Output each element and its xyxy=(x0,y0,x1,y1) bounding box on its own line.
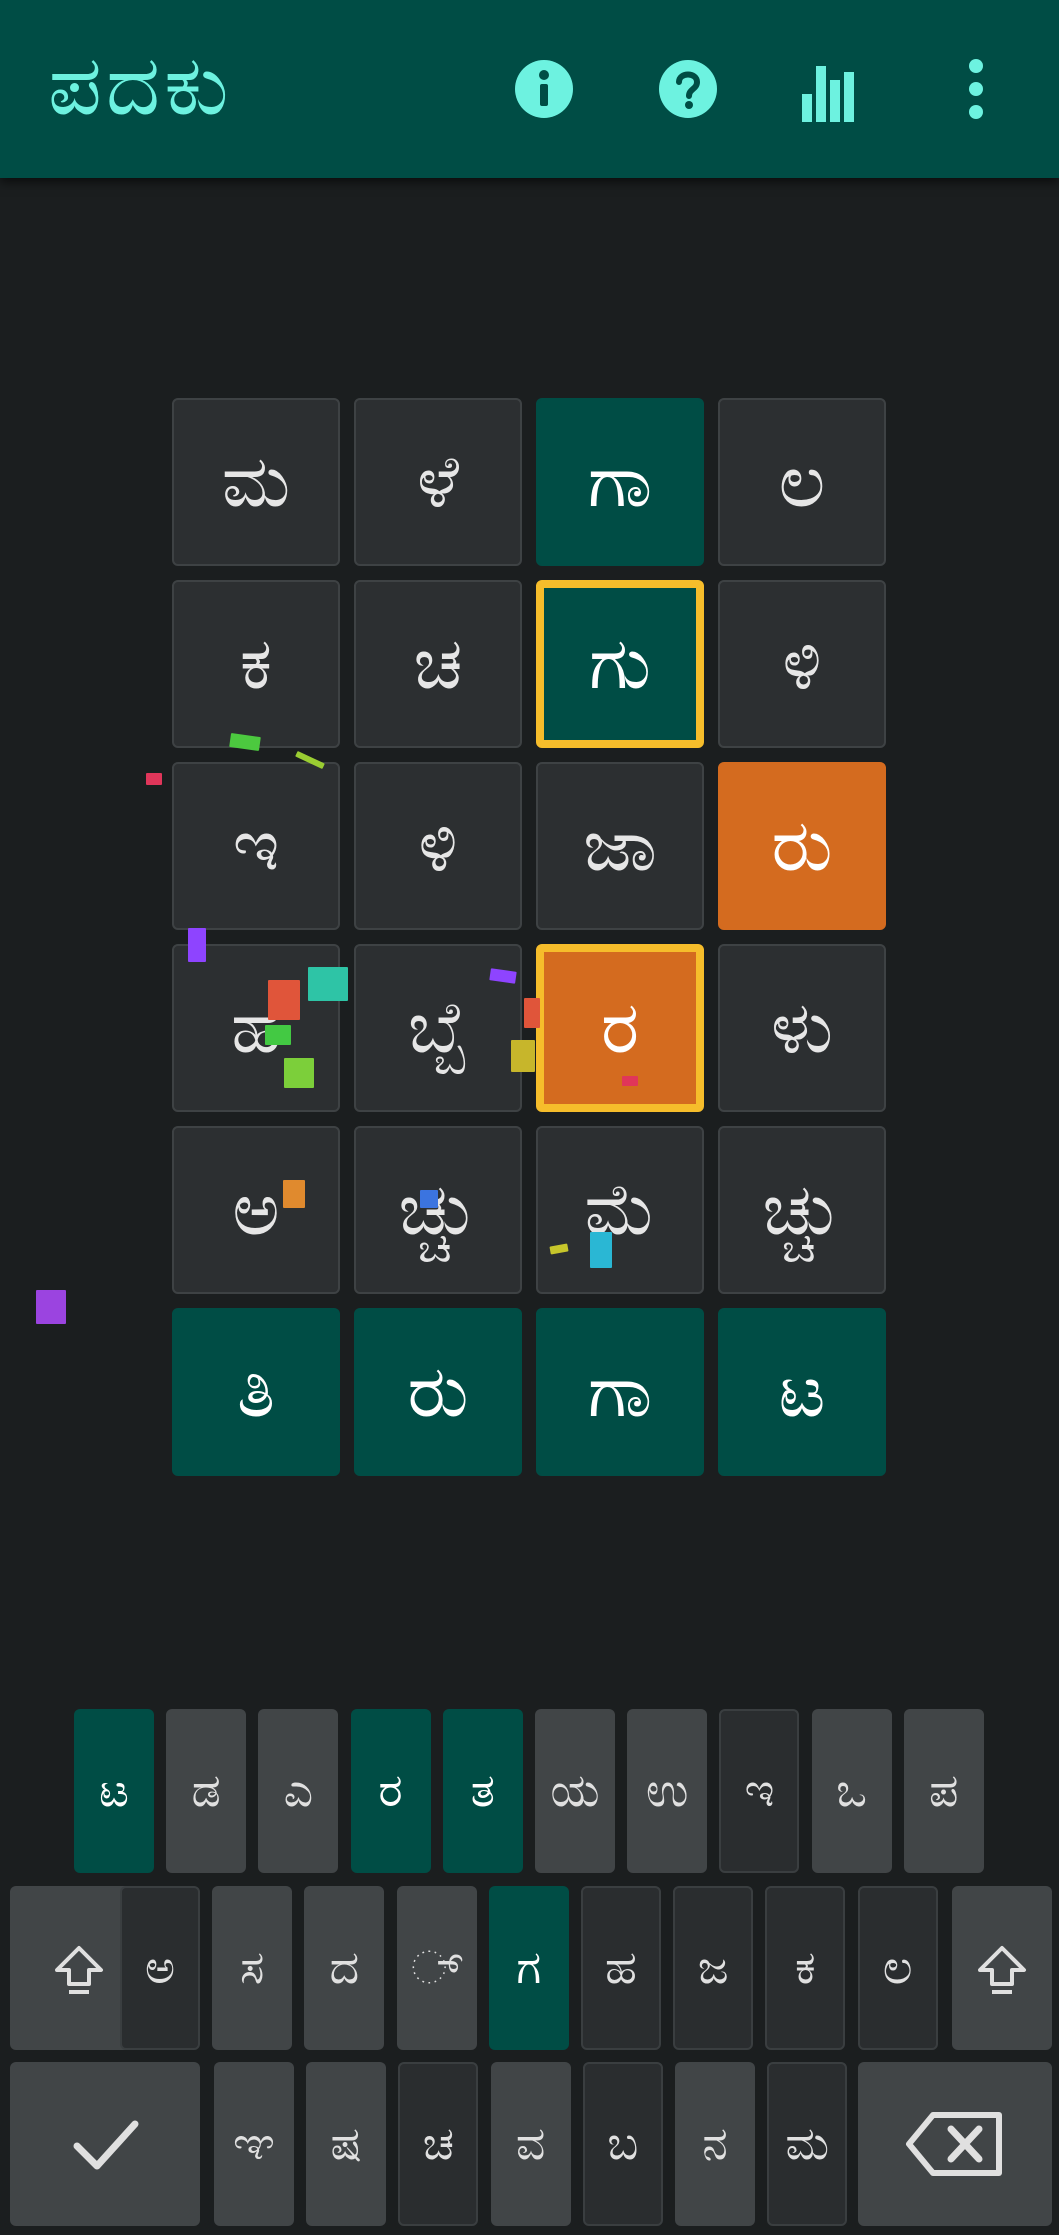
confetti-piece xyxy=(265,1025,291,1045)
letter-key[interactable]: ಪ xyxy=(903,1709,984,1873)
letter-key[interactable]: ಜ xyxy=(673,1886,754,2050)
letter-key[interactable]: ಕ xyxy=(765,1886,846,2050)
confetti-piece xyxy=(590,1232,612,1268)
confetti-piece xyxy=(622,1076,638,1086)
stats-icon[interactable] xyxy=(795,52,869,126)
board-tile[interactable]: ಅ xyxy=(172,1126,340,1294)
board-tile[interactable]: ಚ xyxy=(354,580,522,748)
letter-key[interactable]: ಅ xyxy=(120,1886,200,2050)
letter-key[interactable]: ನ xyxy=(675,2062,755,2226)
more-vert-icon[interactable] xyxy=(939,52,1013,126)
enter-key[interactable] xyxy=(10,2062,200,2226)
info-icon[interactable] xyxy=(507,52,581,126)
board-tile[interactable]: ಳು xyxy=(718,944,886,1112)
letter-key[interactable]: ಎ xyxy=(258,1709,339,1873)
board-tile[interactable]: ಗಾ xyxy=(536,1308,704,1476)
confetti-piece xyxy=(283,1180,305,1208)
board-tile[interactable]: ಲ xyxy=(718,398,886,566)
letter-key[interactable]: ಬ xyxy=(582,2062,663,2226)
board-tile[interactable]: ಚ್ಚು xyxy=(354,1126,522,1294)
board-tile[interactable]: ಚ್ಚು xyxy=(718,1126,886,1294)
confetti-piece xyxy=(36,1290,66,1324)
app-title: ಪದಕು xyxy=(48,36,233,134)
board-tile[interactable]: ಕ xyxy=(172,580,340,748)
board-tile[interactable]: ಜಾ xyxy=(536,762,704,930)
letter-key[interactable]: ಮ xyxy=(767,2062,848,2226)
board-tile[interactable]: ಇ xyxy=(172,762,340,930)
board-tile[interactable]: ಗು xyxy=(536,580,704,748)
letter-key[interactable]: ಉ xyxy=(627,1709,708,1873)
check-icon xyxy=(67,2106,143,2182)
letter-key[interactable]: ಯ xyxy=(535,1709,615,1873)
confetti-piece xyxy=(420,1190,438,1208)
board-tile[interactable]: ಟ xyxy=(718,1308,886,1476)
letter-key[interactable]: ಲ xyxy=(857,1886,938,2050)
letter-key[interactable]: ತ xyxy=(442,1709,523,1873)
letter-key[interactable]: ಇ xyxy=(719,1709,800,1873)
board-tile[interactable]: ಮೆ xyxy=(536,1126,704,1294)
board-tile[interactable]: ರು xyxy=(718,762,886,930)
board-tile[interactable]: ತಿ xyxy=(172,1308,340,1476)
confetti-piece xyxy=(524,998,540,1028)
letter-key[interactable]: ಷ xyxy=(306,2062,387,2226)
letter-key[interactable]: ◌್ xyxy=(396,1886,477,2050)
letter-key[interactable]: ದ xyxy=(304,1886,385,2050)
confetti-piece xyxy=(308,967,348,1001)
letter-key[interactable]: ಡ xyxy=(166,1709,247,1873)
shift-icon xyxy=(974,1940,1030,1996)
board-tile[interactable]: ಳಿ xyxy=(718,580,886,748)
help-icon[interactable] xyxy=(651,52,725,126)
letter-key[interactable]: ರ xyxy=(350,1709,431,1873)
letter-key[interactable]: ಸ xyxy=(212,1886,293,2050)
confetti-piece xyxy=(229,732,261,752)
backspace-icon xyxy=(905,2109,1005,2179)
letter-key[interactable]: ಹ xyxy=(581,1886,661,2050)
board-tile[interactable]: ಳೆ xyxy=(354,398,522,566)
confetti-piece xyxy=(511,1040,535,1072)
letter-key[interactable]: ಒ xyxy=(811,1709,892,1873)
board-tile[interactable]: ರು xyxy=(354,1308,522,1476)
board-tile[interactable]: ಳಿ xyxy=(354,762,522,930)
app-bar: ಪದಕು xyxy=(0,0,1059,178)
letter-key[interactable]: ಞ xyxy=(214,2062,294,2226)
confetti-piece xyxy=(284,1058,314,1088)
letter-key[interactable]: ಚ xyxy=(398,2062,479,2226)
shift-icon xyxy=(51,1940,107,1996)
board-tile[interactable]: ರ xyxy=(536,944,704,1112)
letter-key[interactable]: ವ xyxy=(490,2062,571,2226)
letter-key[interactable]: ಗ xyxy=(488,1886,569,2050)
confetti-piece xyxy=(268,980,300,1020)
shift-key[interactable] xyxy=(952,1886,1052,2050)
board-tile[interactable]: ಗಾ xyxy=(536,398,704,566)
confetti-piece xyxy=(188,928,206,962)
confetti-piece xyxy=(146,773,162,785)
backspace-key[interactable] xyxy=(858,2062,1052,2226)
letter-key[interactable]: ಟ xyxy=(74,1709,154,1873)
board-tile[interactable]: ಮ xyxy=(172,398,340,566)
